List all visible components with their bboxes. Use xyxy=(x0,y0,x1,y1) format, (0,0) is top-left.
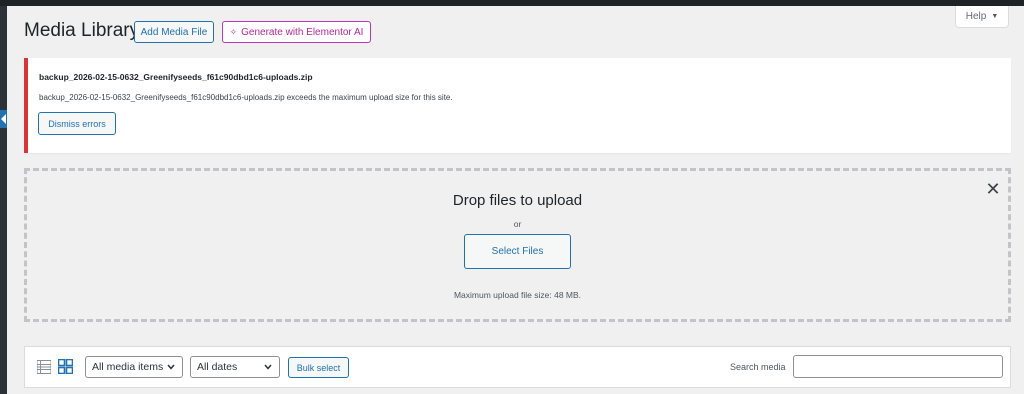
media-type-filter-select[interactable]: All media items xyxy=(85,356,183,378)
help-tab-button[interactable]: Help ▼ xyxy=(955,6,1009,28)
admin-bar xyxy=(0,0,1024,6)
list-view-icon[interactable] xyxy=(37,360,51,374)
generate-elementor-ai-label: Generate with Elementor AI xyxy=(241,26,364,38)
bulk-select-button[interactable]: Bulk select xyxy=(288,357,349,378)
generate-elementor-ai-button[interactable]: ✧ Generate with Elementor AI xyxy=(222,21,371,43)
upload-dropzone[interactable]: ✕ Drop files to upload or Select Files M… xyxy=(24,168,1011,322)
max-upload-size-text: Maximum upload file size: 48 MB. xyxy=(453,290,582,300)
date-filter-select[interactable]: All dates xyxy=(190,356,280,378)
or-separator: or xyxy=(513,219,522,229)
select-files-button[interactable]: Select Files xyxy=(464,234,571,269)
drop-files-title: Drop files to upload xyxy=(452,192,583,209)
admin-sidebar-menu xyxy=(0,6,7,394)
dismiss-errors-button[interactable]: Dismiss errors xyxy=(38,112,116,135)
page-title: Media Library xyxy=(24,20,140,41)
chevron-down-icon xyxy=(167,364,175,370)
search-media-label: Search media xyxy=(730,362,786,372)
grid-view-icon[interactable] xyxy=(58,359,73,374)
media-toolbar: All media items All dates Bulk select Se… xyxy=(24,346,1011,388)
chevron-down-icon xyxy=(264,364,272,370)
error-filename: backup_2026-02-15-0632_Greenifyseeds_f61… xyxy=(39,72,313,82)
add-media-file-button[interactable]: Add Media File xyxy=(134,21,214,43)
search-media-input[interactable] xyxy=(793,355,1003,378)
current-menu-arrow-icon xyxy=(0,110,7,128)
upload-error-notice: backup_2026-02-15-0632_Greenifyseeds_f61… xyxy=(24,58,1011,153)
media-type-filter-value: All media items xyxy=(92,361,164,373)
sparkle-icon: ✧ xyxy=(229,26,238,37)
caret-down-icon: ▼ xyxy=(991,13,999,20)
error-message: backup_2026-02-15-0632_Greenifyseeds_f61… xyxy=(39,93,453,102)
help-label: Help xyxy=(965,11,987,22)
date-filter-value: All dates xyxy=(197,361,238,373)
